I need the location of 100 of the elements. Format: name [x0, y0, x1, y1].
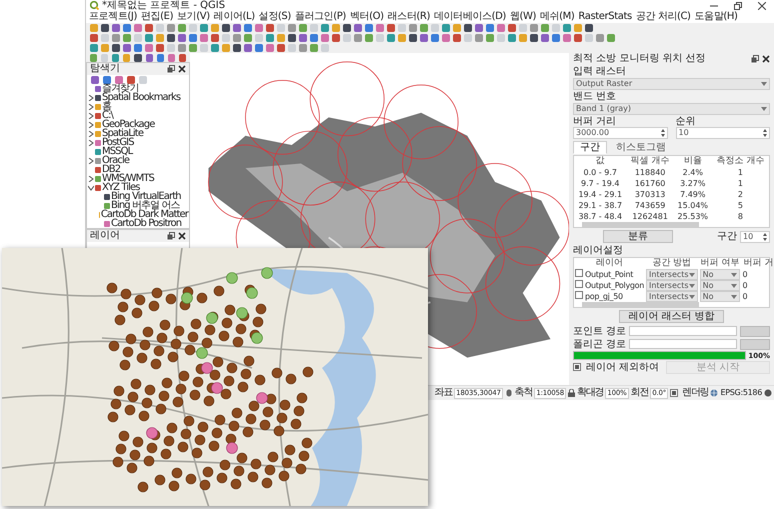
float-icon	[751, 55, 759, 63]
menu-item[interactable]: 편집(E)	[140, 11, 174, 23]
merge-button[interactable]: 레이어 래스터 병합	[619, 310, 724, 323]
menu-item[interactable]: 보기(V)	[177, 11, 210, 23]
dropdown[interactable]: No	[700, 291, 740, 302]
table-cell-text: 29.1 - 38.7	[577, 200, 624, 211]
dropdown[interactable]: Intersects	[646, 280, 698, 291]
dropdown[interactable]: No	[700, 280, 740, 291]
tab[interactable]: 구간	[573, 141, 607, 154]
menu-item[interactable]: 프로젝트(J)	[89, 11, 137, 23]
table-cell-text: 0	[741, 291, 749, 302]
tree-item[interactable]: Oracle	[102, 156, 130, 165]
caret-icon	[731, 284, 738, 288]
table-cell-text: 7.49%	[679, 189, 706, 200]
table-cell-text: 3.27%	[679, 178, 706, 189]
menu-item[interactable]: 벡터(O)	[350, 11, 384, 23]
dropdown-value: Intersects	[649, 292, 689, 302]
table-cell-text: 9.7 - 19.4	[580, 178, 620, 189]
panel-title: 레이어	[90, 230, 121, 242]
table-cell-text: 5	[736, 200, 744, 211]
menu-item[interactable]: 레이어(L)	[214, 11, 255, 23]
tree-item[interactable]: DB2	[102, 165, 120, 174]
tree-item[interactable]: PostGIS	[102, 138, 134, 147]
layer-name: pop_gj_50	[585, 292, 623, 301]
path-field[interactable]	[629, 326, 737, 336]
tree-item[interactable]: C:\	[102, 111, 114, 120]
dropdown-value: Band 1 (gray)	[576, 104, 632, 114]
caret-icon	[688, 272, 695, 276]
spinner-arrows-icon	[660, 129, 664, 137]
tab[interactable]: 히스토그램	[609, 141, 673, 154]
menu-item[interactable]: 플러그인(P)	[294, 11, 346, 23]
tree-item[interactable]: Bing VirtualEarth	[111, 192, 181, 201]
tree-item[interactable]: GeoPackage	[102, 120, 154, 129]
table-cell-text: 370313	[634, 189, 666, 200]
table-cell-text: 1262481	[631, 211, 669, 222]
classify-button[interactable]: 분류	[603, 230, 673, 243]
table-cell-text: 0	[741, 269, 749, 280]
float-icon	[167, 65, 175, 73]
column-header: 공간 방법	[645, 258, 699, 269]
table-cell-text: 118840	[634, 167, 666, 178]
dropdown[interactable]: No	[700, 269, 740, 280]
qgis-logo-icon	[90, 1, 99, 10]
spin-box[interactable]: 10	[740, 230, 770, 242]
dropdown-value: Intersects	[649, 270, 689, 280]
caret-icon	[731, 294, 738, 298]
mouse-icon	[504, 389, 513, 397]
tree-item[interactable]: 홈	[102, 102, 112, 111]
tree-item[interactable]: WMS/WMTS	[102, 174, 154, 183]
scrollbar[interactable]	[582, 222, 699, 227]
checkbox[interactable]	[575, 291, 583, 299]
panel-title: 탐색기	[90, 63, 121, 75]
tree-item[interactable]: SpatiaLite	[102, 129, 144, 138]
close-icon	[762, 55, 770, 63]
table-cell-text: 8	[736, 211, 744, 222]
caret-icon	[761, 107, 767, 111]
tree-item[interactable]: Bing 버추얼 어스	[111, 201, 180, 210]
path-field[interactable]	[629, 339, 737, 349]
menu-item[interactable]: 래스터(R)	[388, 11, 430, 23]
dropdown[interactable]: Intersects	[646, 269, 698, 280]
checkbox[interactable]	[575, 280, 583, 288]
dropdown[interactable]: Output Raster	[573, 78, 770, 90]
table-cell-text: 0	[741, 280, 749, 291]
menu-item[interactable]: 공간 처리(C)	[636, 11, 691, 23]
checkbox[interactable]	[573, 363, 581, 371]
tree-item[interactable]: MSSQL	[102, 147, 132, 156]
tree-item[interactable]: XYZ Tiles	[102, 183, 140, 192]
restore-icon	[734, 2, 742, 10]
menu-item[interactable]: 웹(W)	[510, 11, 536, 23]
menu-item[interactable]: 설정(S)	[258, 11, 291, 23]
panel-title: 최적 소방 모니터링 위치 선정	[573, 53, 707, 65]
tree-item[interactable]: CartoDb Positron	[111, 219, 182, 228]
checkbox[interactable]	[670, 389, 678, 397]
status-label: 렌더링	[682, 387, 708, 399]
column-header: 값	[594, 156, 606, 167]
menu-item[interactable]: 데이터베이스(D)	[434, 11, 506, 23]
checkbox[interactable]	[575, 269, 583, 277]
menu-item[interactable]: 도움말(H)	[694, 11, 738, 23]
dropdown-value: Output Raster	[576, 79, 634, 89]
dropdown[interactable]: Intersects	[646, 291, 698, 302]
dropdown[interactable]: Band 1 (gray)	[573, 103, 770, 115]
table-cell-text: 2	[736, 189, 744, 200]
browse-button[interactable]	[740, 326, 770, 336]
table-cell-text: 743659	[634, 200, 666, 211]
tree-item[interactable]: CartoDb Dark Matter	[100, 210, 188, 219]
globe-icon	[710, 389, 718, 397]
tree-item[interactable]: 즐겨찾기	[102, 84, 138, 93]
table-cell-text: 0.0 - 9.7	[582, 167, 618, 178]
scrollbar[interactable]	[582, 302, 699, 307]
table-cell-text: 2.4%	[682, 167, 704, 178]
column-header: 레이어	[574, 258, 646, 269]
menu-item[interactable]: 메쉬(M)	[540, 11, 574, 23]
spinner-arrows-icon	[763, 129, 767, 137]
browse-button[interactable]	[740, 338, 770, 350]
crs-label[interactable]: EPSG:5186	[720, 387, 762, 399]
spin-value: 3000.00	[576, 128, 610, 138]
window-title: *제목없는 프로젝트 - QGIS	[102, 0, 226, 11]
spin-box[interactable]: 10	[676, 127, 770, 139]
tree-item[interactable]: Spatial Bookmarks	[102, 93, 180, 102]
spin-box[interactable]: 3000.00	[573, 127, 668, 139]
menu-item[interactable]: RasterStats	[578, 11, 632, 23]
